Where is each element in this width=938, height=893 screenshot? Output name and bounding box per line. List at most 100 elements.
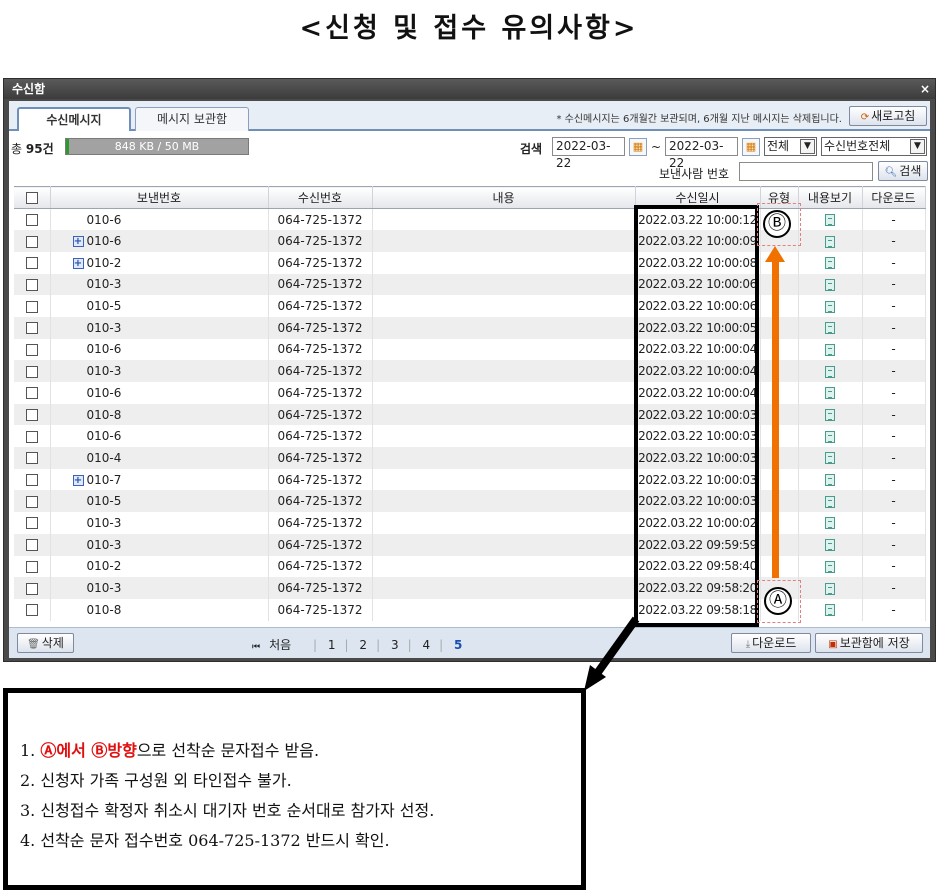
row-checkbox[interactable]: [25, 214, 38, 227]
table-row[interactable]: 010-6 064-725-1372 2022.03.22 10:00:04-: [14, 338, 926, 361]
document-icon[interactable]: [825, 214, 835, 227]
document-icon[interactable]: [825, 343, 835, 356]
view-cell[interactable]: [798, 512, 863, 534]
document-icon[interactable]: [825, 235, 835, 248]
row-checkbox[interactable]: [25, 365, 38, 378]
document-icon[interactable]: [825, 365, 835, 378]
table-row[interactable]: 010-3 064-725-1372 2022.03.22 09:59:59-: [14, 533, 926, 556]
view-cell[interactable]: [798, 447, 863, 469]
view-cell[interactable]: [798, 360, 863, 382]
expand-icon[interactable]: +: [72, 474, 84, 486]
row-checkbox[interactable]: [25, 430, 38, 443]
row-checkbox[interactable]: [25, 495, 38, 508]
table-row[interactable]: 010-5 064-725-1372 2022.03.22 10:00:03-: [14, 490, 926, 513]
row-checkbox[interactable]: [25, 604, 38, 617]
expand-icon[interactable]: +: [72, 236, 84, 248]
view-cell[interactable]: [798, 403, 863, 426]
row-select-cell[interactable]: [14, 251, 51, 274]
row-checkbox[interactable]: [25, 257, 38, 270]
header-sender[interactable]: 보낸번호: [50, 186, 269, 209]
search-button[interactable]: 🔍︎ 검색: [878, 161, 928, 181]
row-select-cell[interactable]: [14, 403, 51, 426]
document-icon[interactable]: [825, 257, 835, 270]
view-cell[interactable]: [798, 425, 863, 448]
row-select-cell[interactable]: [14, 425, 51, 448]
table-row[interactable]: +010-7 064-725-1372 2022.03.22 10:00:03-: [14, 468, 926, 491]
row-checkbox[interactable]: [25, 322, 38, 335]
row-select-cell[interactable]: [14, 382, 51, 404]
document-icon[interactable]: [825, 322, 835, 335]
expand-icon[interactable]: +: [72, 257, 84, 269]
row-checkbox[interactable]: [25, 387, 38, 400]
view-cell[interactable]: [798, 230, 863, 252]
row-select-cell[interactable]: [14, 447, 51, 469]
table-row[interactable]: 010-3 064-725-1372 2022.03.22 10:00:02-: [14, 512, 926, 534]
view-cell[interactable]: [798, 598, 863, 621]
calendar-icon[interactable]: ▦: [742, 138, 760, 156]
row-select-cell[interactable]: [14, 230, 51, 252]
row-select-cell[interactable]: [14, 468, 51, 491]
view-cell[interactable]: [798, 208, 863, 231]
document-icon[interactable]: [825, 517, 835, 530]
save-to-archive-button[interactable]: ▣ 보관함에 저장: [815, 633, 923, 653]
view-cell[interactable]: [798, 338, 863, 361]
date-to-input[interactable]: 2022-03-22: [665, 137, 738, 170]
document-icon[interactable]: [825, 300, 835, 313]
download-button[interactable]: ⤓ 다운로드: [731, 633, 811, 653]
header-select-all[interactable]: [14, 186, 51, 209]
document-icon[interactable]: [825, 495, 835, 508]
document-icon[interactable]: [825, 387, 835, 400]
table-row[interactable]: 010-6 064-725-1372 2022.03.22 10:00:04-: [14, 382, 926, 404]
row-checkbox[interactable]: [25, 582, 38, 595]
row-checkbox[interactable]: [25, 560, 38, 573]
document-icon[interactable]: [825, 278, 835, 291]
row-checkbox[interactable]: [25, 452, 38, 465]
row-select-cell[interactable]: [14, 577, 51, 599]
document-icon[interactable]: [825, 604, 835, 617]
view-cell[interactable]: [798, 295, 863, 317]
view-cell[interactable]: [798, 251, 863, 274]
page-link-current[interactable]: 5: [454, 638, 462, 652]
table-row[interactable]: +010-2 064-725-1372 2022.03.22 10:00:08-: [14, 251, 926, 274]
row-checkbox[interactable]: [25, 517, 38, 530]
row-select-cell[interactable]: [14, 490, 51, 513]
tab-message-archive[interactable]: 메시지 보관함: [135, 107, 249, 131]
view-cell[interactable]: [798, 490, 863, 513]
select-all-checkbox[interactable]: [25, 192, 38, 204]
close-icon[interactable]: ×: [920, 79, 930, 99]
table-row[interactable]: 010-3 064-725-1372 2022.03.22 10:00:05-: [14, 316, 926, 339]
page-link[interactable]: 4: [422, 638, 430, 652]
header-download[interactable]: 다운로드: [862, 186, 926, 209]
view-cell[interactable]: [798, 273, 863, 296]
document-icon[interactable]: [825, 409, 835, 422]
row-select-cell[interactable]: [14, 316, 51, 339]
view-cell[interactable]: [798, 577, 863, 599]
table-row[interactable]: 010-5 064-725-1372 2022.03.22 10:00:06-: [14, 295, 926, 317]
tab-inbox-messages[interactable]: 수신메시지: [17, 107, 131, 131]
row-select-cell[interactable]: [14, 273, 51, 296]
view-cell[interactable]: [798, 382, 863, 404]
first-page-link[interactable]: ⏮ 처음: [252, 638, 300, 652]
row-checkbox[interactable]: [25, 474, 38, 487]
type-select[interactable]: 전체 ▼: [764, 137, 817, 156]
row-select-cell[interactable]: [14, 338, 51, 361]
row-select-cell[interactable]: [14, 598, 51, 621]
document-icon[interactable]: [825, 474, 835, 487]
view-cell[interactable]: [798, 468, 863, 491]
row-select-cell[interactable]: [14, 555, 51, 578]
row-select-cell[interactable]: [14, 208, 51, 231]
table-row[interactable]: 010-3 064-725-1372 2022.03.22 10:00:04-: [14, 360, 926, 382]
row-select-cell[interactable]: [14, 295, 51, 317]
page-link[interactable]: 3: [391, 638, 399, 652]
header-view[interactable]: 내용보기: [798, 186, 863, 209]
page-link[interactable]: 1: [328, 638, 336, 652]
row-checkbox[interactable]: [25, 409, 38, 422]
table-row[interactable]: 010-4 064-725-1372 2022.03.22 10:00:03-: [14, 447, 926, 469]
row-select-cell[interactable]: [14, 533, 51, 556]
delete-button[interactable]: 🗑︎ 삭제: [17, 633, 74, 653]
calendar-icon[interactable]: ▦: [629, 138, 647, 156]
table-row[interactable]: 010-2 064-725-1372 2022.03.22 09:58:40-: [14, 555, 926, 578]
view-cell[interactable]: [798, 316, 863, 339]
table-row[interactable]: 010-8 064-725-1372 2022.03.22 10:00:03-: [14, 403, 926, 426]
row-checkbox[interactable]: [25, 278, 38, 291]
